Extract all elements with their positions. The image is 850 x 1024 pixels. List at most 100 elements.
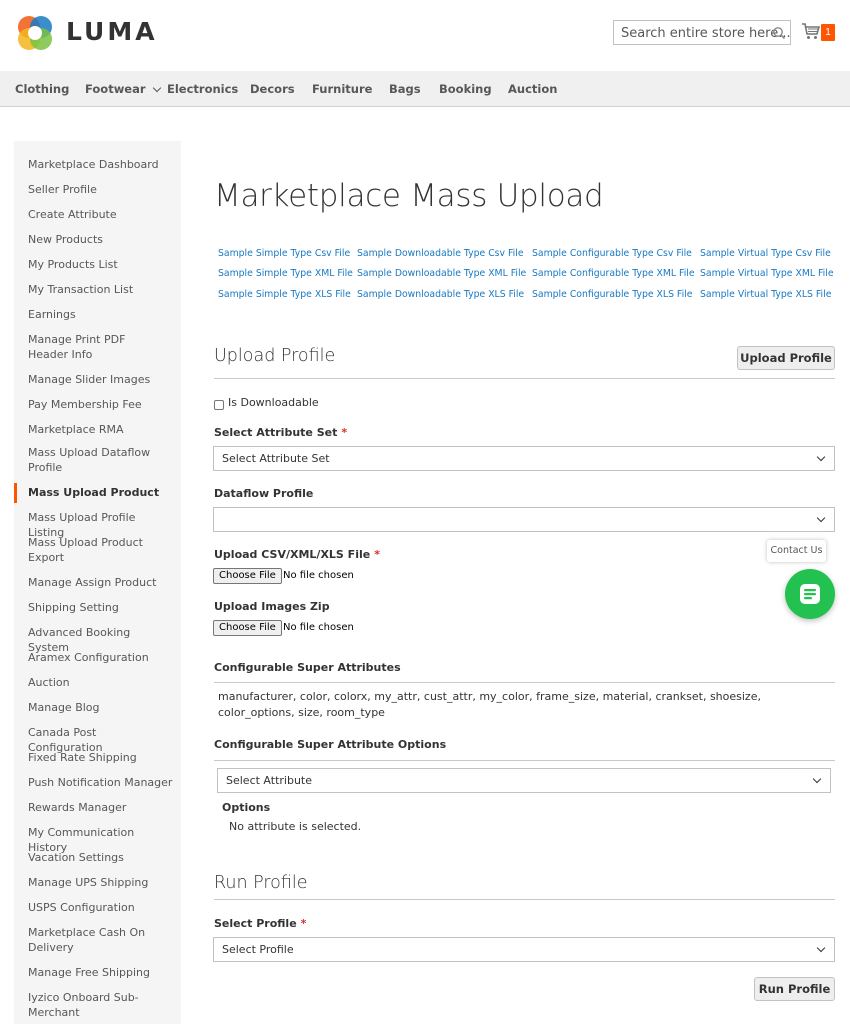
sample-link-configurable-csv[interactable]: Sample Configurable Type Csv File xyxy=(532,248,692,259)
sample-link-virtual-xls[interactable]: Sample Virtual Type XLS File xyxy=(700,289,831,300)
sidebar-item[interactable]: New Products xyxy=(28,232,173,247)
choose-file-button[interactable]: Choose File xyxy=(213,568,282,584)
sidebar-item[interactable]: Shipping Setting xyxy=(28,600,173,615)
sample-link-virtual-csv[interactable]: Sample Virtual Type Csv File xyxy=(700,248,831,259)
sidebar-item[interactable]: Manage UPS Shipping xyxy=(28,875,173,890)
sidebar-item[interactable]: Vacation Settings xyxy=(28,850,173,865)
sidebar-item[interactable]: Rewards Manager xyxy=(28,800,173,815)
sidebar-item[interactable]: Create Attribute xyxy=(28,207,173,222)
images-file-status-text: No file chosen xyxy=(283,622,354,633)
nav-item-footwear[interactable]: Footwear xyxy=(85,82,161,96)
is-downloadable-checkbox[interactable] xyxy=(214,400,224,410)
attribute-set-select[interactable]: Select Attribute Set xyxy=(213,446,835,471)
sidebar-item[interactable]: Aramex Configuration xyxy=(28,650,173,665)
select-profile-label: Select Profile * xyxy=(214,917,306,930)
sample-link-simple-xml[interactable]: Sample Simple Type XML File xyxy=(218,268,353,279)
sidebar-item[interactable]: Mass Upload Product Export xyxy=(28,535,153,565)
nav-item-decors[interactable]: Decors xyxy=(250,82,295,96)
sidebar-item[interactable]: Earnings xyxy=(28,307,173,322)
super-attributes-label: Configurable Super Attributes xyxy=(214,661,401,674)
page-title: Marketplace Mass Upload xyxy=(214,178,604,214)
label-text: Select Attribute Set xyxy=(214,426,338,439)
sidebar-item[interactable]: Mass Upload Dataflow Profile xyxy=(28,445,153,475)
sample-link-configurable-xls[interactable]: Sample Configurable Type XLS File xyxy=(532,289,692,300)
active-indicator xyxy=(14,483,17,503)
upload-profile-heading: Upload Profile xyxy=(214,346,336,366)
sidebar-item[interactable]: Marketplace RMA xyxy=(28,422,173,437)
label-text: Upload CSV/XML/XLS File xyxy=(214,548,371,561)
sample-link-downloadable-xls[interactable]: Sample Downloadable Type XLS File xyxy=(357,289,524,300)
is-downloadable-label: Is Downloadable xyxy=(228,396,319,409)
file-status-text: No file chosen xyxy=(283,570,354,581)
dataflow-profile-select[interactable] xyxy=(213,507,835,532)
section-divider xyxy=(214,899,835,900)
run-profile-button[interactable]: Run Profile xyxy=(754,977,835,1001)
chat-button[interactable] xyxy=(785,569,835,619)
sample-link-virtual-xml[interactable]: Sample Virtual Type XML File xyxy=(700,268,834,279)
run-profile-heading: Run Profile xyxy=(214,873,308,893)
main-nav: Clothing Footwear Electronics Decors Fur… xyxy=(0,71,850,107)
sidebar-item[interactable]: Fixed Rate Shipping xyxy=(28,750,173,765)
sidebar-item[interactable]: Pay Membership Fee xyxy=(28,397,173,412)
upload-profile-button[interactable]: Upload Profile xyxy=(737,346,835,370)
upload-file-label: Upload CSV/XML/XLS File * xyxy=(214,548,380,561)
sidebar-item[interactable]: Seller Profile xyxy=(28,182,173,197)
sidebar-item[interactable]: Auction xyxy=(28,675,173,690)
sample-link-downloadable-csv[interactable]: Sample Downloadable Type Csv File xyxy=(357,248,524,259)
sidebar-item[interactable]: Marketplace Dashboard xyxy=(28,157,173,172)
sidebar-item[interactable]: Iyzico Onboard Sub-Merchant xyxy=(28,990,146,1020)
nav-item-bags[interactable]: Bags xyxy=(389,82,421,96)
logo-text[interactable]: LUMA xyxy=(66,17,158,46)
select-attribute-dropdown[interactable]: Select Attribute xyxy=(217,768,831,793)
required-mark: * xyxy=(300,917,307,930)
chevron-down-icon xyxy=(816,513,826,523)
label-text: Select Profile xyxy=(214,917,297,930)
sidebar-item[interactable]: Manage Assign Product xyxy=(28,575,173,590)
section-divider xyxy=(214,378,835,379)
sample-link-simple-xls[interactable]: Sample Simple Type XLS File xyxy=(218,289,351,300)
section-divider xyxy=(214,760,835,761)
contact-us-tooltip[interactable]: Contact Us xyxy=(767,540,826,562)
account-sidebar: Marketplace Dashboard Seller Profile Cre… xyxy=(14,141,181,1024)
search-input[interactable]: Search entire store here... xyxy=(613,20,791,45)
sidebar-item[interactable]: Marketplace Cash On Delivery xyxy=(28,925,150,955)
super-attribute-options-label: Configurable Super Attribute Options xyxy=(214,738,447,751)
choose-images-button[interactable]: Choose File xyxy=(213,620,282,636)
nav-item-electronics[interactable]: Electronics xyxy=(167,82,238,96)
chevron-down-icon xyxy=(816,452,826,462)
required-mark: * xyxy=(374,548,380,561)
chevron-down-icon xyxy=(816,943,826,953)
section-divider xyxy=(214,682,835,683)
upload-images-label: Upload Images Zip xyxy=(214,600,330,613)
sidebar-item[interactable]: Manage Blog xyxy=(28,700,173,715)
cart-count-badge[interactable]: 1 xyxy=(821,24,835,41)
nav-item-booking[interactable]: Booking xyxy=(439,82,492,96)
chevron-down-icon xyxy=(812,774,822,784)
search-icon[interactable] xyxy=(772,26,786,40)
options-label: Options xyxy=(222,801,271,814)
sample-link-downloadable-xml[interactable]: Sample Downloadable Type XML File xyxy=(357,268,526,279)
sidebar-item[interactable]: Push Notification Manager xyxy=(28,775,173,790)
sample-link-configurable-xml[interactable]: Sample Configurable Type XML File xyxy=(532,268,695,279)
select-value: Select Attribute xyxy=(226,774,313,787)
sidebar-item[interactable]: Manage Slider Images xyxy=(28,372,173,387)
attribute-set-label: Select Attribute Set * xyxy=(214,426,347,439)
super-attributes-list: manufacturer, color, colorx, my_attr, cu… xyxy=(218,690,761,719)
select-value: Select Profile xyxy=(222,943,294,956)
nav-item-clothing[interactable]: Clothing xyxy=(15,82,69,96)
sidebar-item[interactable]: USPS Configuration xyxy=(28,900,173,915)
nav-item-furniture[interactable]: Furniture xyxy=(312,82,372,96)
nav-item-label: Footwear xyxy=(85,82,146,96)
sample-link-simple-csv[interactable]: Sample Simple Type Csv File xyxy=(218,248,350,259)
sidebar-item[interactable]: Manage Print PDF Header Info xyxy=(28,332,166,362)
sidebar-item[interactable]: My Transaction List xyxy=(28,282,173,297)
cart-icon[interactable] xyxy=(801,21,821,41)
sidebar-item-active[interactable]: Mass Upload Product xyxy=(28,485,173,500)
chat-icon xyxy=(800,584,820,604)
nav-item-auction[interactable]: Auction xyxy=(508,82,557,96)
sidebar-item[interactable]: My Products List xyxy=(28,257,173,272)
select-profile-dropdown[interactable]: Select Profile xyxy=(213,937,835,962)
dataflow-profile-label: Dataflow Profile xyxy=(214,487,314,500)
luma-logo-icon[interactable] xyxy=(15,13,55,53)
sidebar-item[interactable]: Manage Free Shipping xyxy=(28,965,173,980)
